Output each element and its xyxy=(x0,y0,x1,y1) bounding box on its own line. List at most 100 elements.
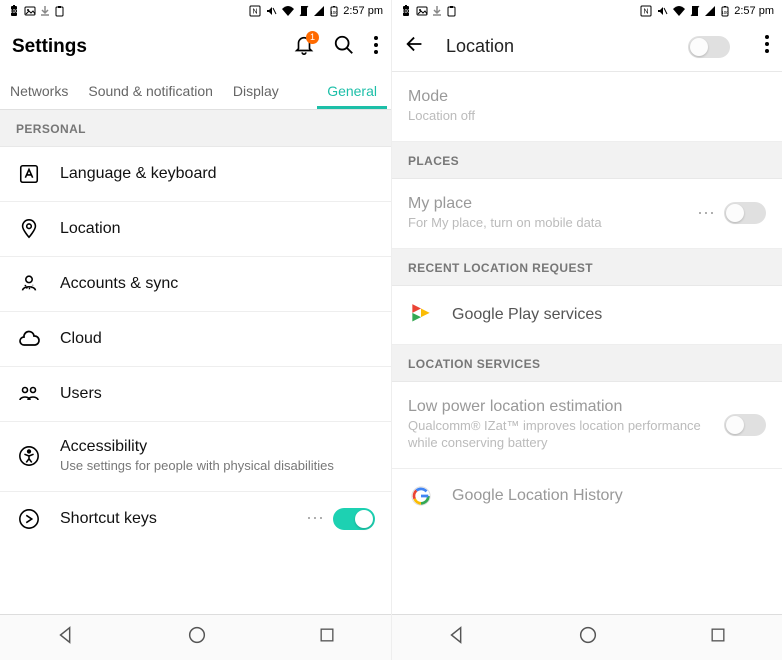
image-icon xyxy=(24,5,36,17)
recents-icon xyxy=(708,625,728,645)
location-master-toggle[interactable] xyxy=(688,36,730,58)
row-label: Location xyxy=(60,220,375,238)
page-title: Settings xyxy=(12,36,293,58)
mute-icon xyxy=(656,5,668,17)
clipboard-icon xyxy=(54,5,65,17)
my-place-toggle[interactable] xyxy=(724,202,766,224)
status-right-icons: N 100 2:57 pm xyxy=(249,5,383,17)
clipboard-icon xyxy=(446,5,457,17)
svg-text:100: 100 xyxy=(721,10,729,15)
recents-button[interactable] xyxy=(708,625,728,650)
location-icon xyxy=(18,218,40,240)
google-play-icon xyxy=(408,302,434,328)
row-label: Accessibility xyxy=(60,438,375,456)
svg-text:N: N xyxy=(644,9,649,16)
overflow-button[interactable] xyxy=(373,34,379,61)
row-low-power[interactable]: Low power location estimation Qualcomm® … xyxy=(392,382,782,469)
dots-icon xyxy=(764,33,770,55)
search-icon xyxy=(333,34,355,56)
home-button[interactable] xyxy=(186,624,208,651)
nfc-icon: N xyxy=(640,5,652,17)
more-icon[interactable]: ⋯ xyxy=(306,508,325,529)
shortcut-toggle[interactable] xyxy=(333,508,375,530)
back-button[interactable] xyxy=(55,624,77,651)
back-icon xyxy=(55,624,77,646)
battery-icon: 100 xyxy=(400,5,412,17)
row-label: Google Location History xyxy=(452,487,766,505)
download-icon xyxy=(40,5,50,17)
row-location-history[interactable]: Google Location History xyxy=(392,469,782,523)
svg-text:100: 100 xyxy=(402,9,411,15)
row-label: Users xyxy=(60,385,375,403)
row-label: Language & keyboard xyxy=(60,165,375,183)
tab-general[interactable]: General xyxy=(317,72,387,109)
status-bar: 100 N 100 2:57 pm xyxy=(0,0,391,22)
status-time: 2:57 pm xyxy=(734,5,774,17)
recents-icon xyxy=(317,625,337,645)
settings-list[interactable]: PERSONAL Language & keyboard Location Ac… xyxy=(0,110,391,614)
section-recent: RECENT LOCATION REQUEST xyxy=(392,249,782,286)
sim-icon xyxy=(690,5,700,17)
dots-icon xyxy=(373,34,379,56)
row-shortcut-keys[interactable]: Shortcut keys ⋯ xyxy=(0,492,391,546)
tab-display[interactable]: Display xyxy=(223,72,289,109)
download-icon xyxy=(432,5,442,17)
row-label: Accounts & sync xyxy=(60,275,375,293)
tab-sound[interactable]: Sound & notification xyxy=(78,72,223,109)
status-bar: 100 N 100 2:57 pm xyxy=(392,0,782,22)
recents-button[interactable] xyxy=(317,625,337,650)
notifications-button[interactable]: 1 xyxy=(293,34,315,61)
status-left-icons: 100 xyxy=(400,5,457,17)
row-play-services[interactable]: Google Play services xyxy=(392,286,782,345)
more-icon[interactable]: ⋯ xyxy=(697,203,716,224)
row-my-place[interactable]: My place For My place, turn on mobile da… xyxy=(392,179,782,249)
accounts-icon xyxy=(18,273,40,295)
home-icon xyxy=(186,624,208,646)
overflow-button[interactable] xyxy=(764,33,770,60)
language-icon xyxy=(18,163,40,185)
row-label: Low power location estimation xyxy=(408,398,706,416)
row-mode[interactable]: Mode Location off xyxy=(392,72,782,142)
battery2-icon: 100 xyxy=(720,5,730,17)
location-list[interactable]: Mode Location off PLACES My place For My… xyxy=(392,72,782,614)
shortcut-icon xyxy=(18,508,40,530)
users-icon xyxy=(17,383,41,405)
signal-icon xyxy=(313,5,325,17)
google-icon xyxy=(410,485,432,507)
page-title: Location xyxy=(446,36,668,57)
appbar: Location xyxy=(392,22,782,72)
row-accounts[interactable]: Accounts & sync xyxy=(0,257,391,312)
cloud-icon xyxy=(17,328,41,350)
row-users[interactable]: Users xyxy=(0,367,391,422)
accessibility-icon xyxy=(18,445,40,467)
status-right-icons: N 100 2:57 pm xyxy=(640,5,774,17)
row-sub: Use settings for people with physical di… xyxy=(60,458,375,475)
tab-networks[interactable]: Networks xyxy=(0,72,78,109)
back-button[interactable] xyxy=(404,33,426,60)
phone-settings: 100 N 100 2:57 pm Settings 1 xyxy=(0,0,391,660)
svg-text:100: 100 xyxy=(330,10,338,15)
navigation-bar xyxy=(392,614,782,660)
low-power-toggle[interactable] xyxy=(724,414,766,436)
signal-icon xyxy=(704,5,716,17)
wifi-icon xyxy=(281,5,295,17)
row-location[interactable]: Location xyxy=(0,202,391,257)
image-icon xyxy=(416,5,428,17)
row-sub: Location off xyxy=(408,108,766,125)
section-services: LOCATION SERVICES xyxy=(392,345,782,382)
wifi-icon xyxy=(672,5,686,17)
search-button[interactable] xyxy=(333,34,355,61)
row-accessibility[interactable]: Accessibility Use settings for people wi… xyxy=(0,422,391,492)
row-label: Mode xyxy=(408,88,766,106)
home-button[interactable] xyxy=(577,624,599,651)
back-button[interactable] xyxy=(446,624,468,651)
svg-text:100: 100 xyxy=(10,9,19,15)
home-icon xyxy=(577,624,599,646)
row-language[interactable]: Language & keyboard xyxy=(0,147,391,202)
row-cloud[interactable]: Cloud xyxy=(0,312,391,367)
status-left-icons: 100 xyxy=(8,5,65,17)
section-places: PLACES xyxy=(392,142,782,179)
row-sub: Qualcomm® IZat™ improves location perfor… xyxy=(408,418,706,452)
status-time: 2:57 pm xyxy=(343,5,383,17)
svg-text:N: N xyxy=(253,9,258,16)
